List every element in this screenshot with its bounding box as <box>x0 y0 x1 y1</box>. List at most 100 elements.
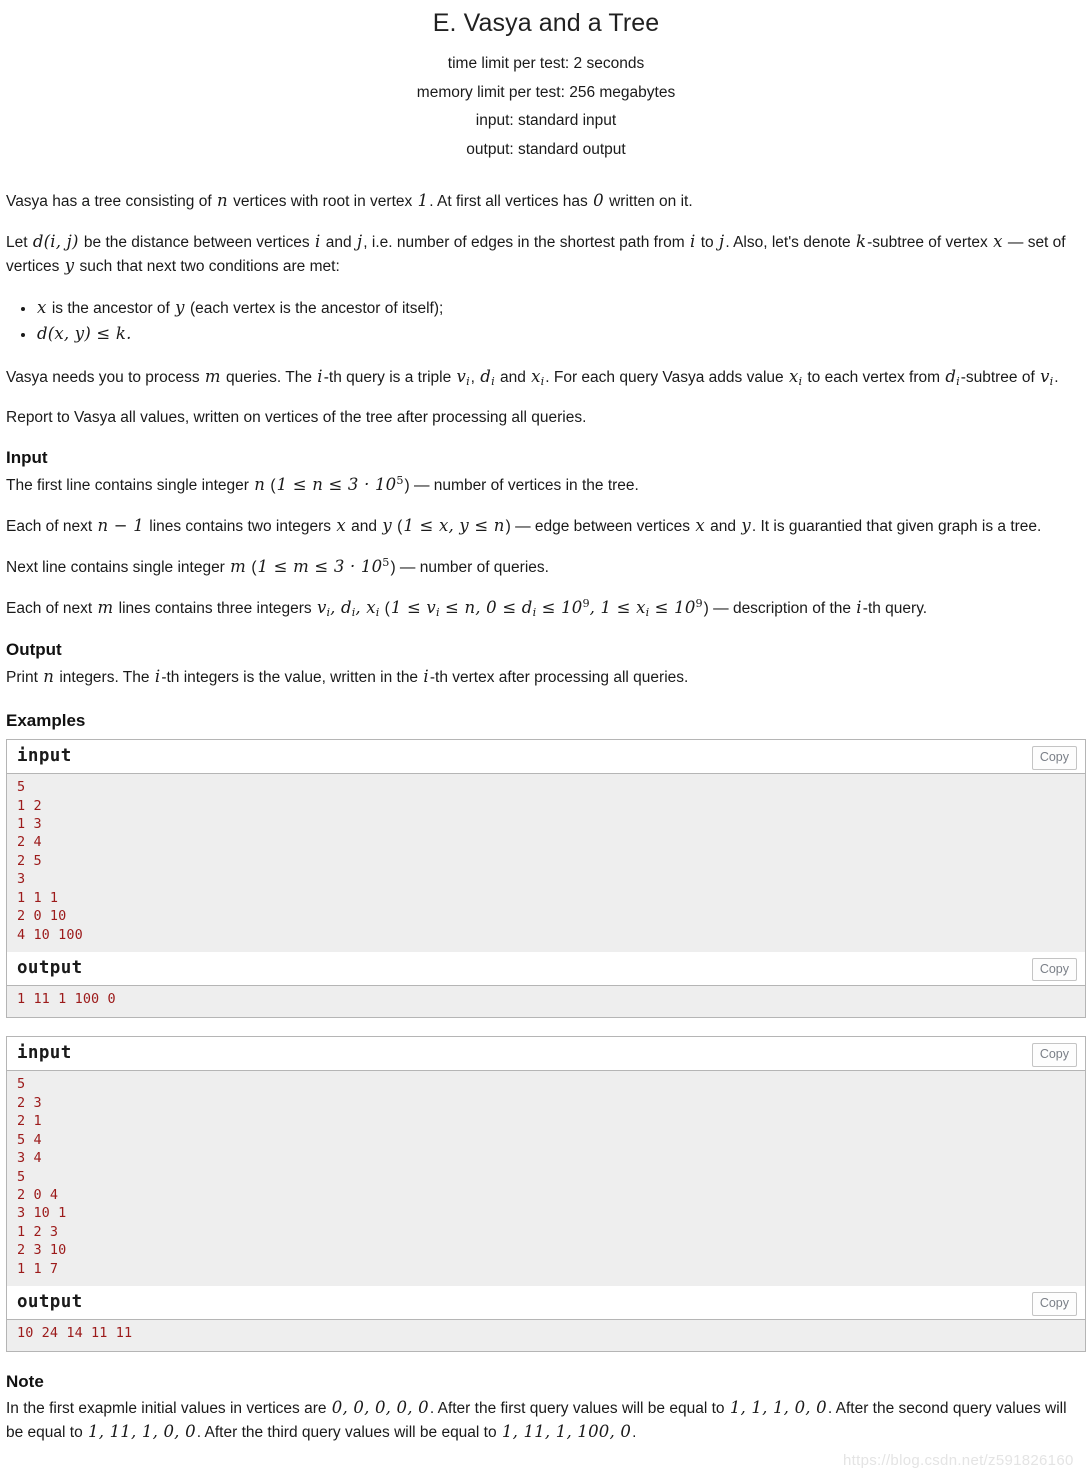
math-n: n <box>254 474 266 494</box>
text-fragment: and <box>321 233 356 251</box>
problem-statement: Vasya has a tree consisting of n vertice… <box>6 189 1086 1444</box>
input-section-heading: Input <box>6 448 48 468</box>
note-body: In the first exapmle initial values in v… <box>6 1396 1086 1444</box>
math-x: x <box>37 297 47 317</box>
math-m: m <box>97 597 114 617</box>
text-fragment: to <box>696 233 718 251</box>
text-fragment: The first line contains single integer <box>6 476 254 494</box>
math-m: m <box>204 367 221 387</box>
sample-tests: input Copy 5 1 2 1 3 2 4 2 5 3 1 1 1 2 0… <box>6 739 1086 1353</box>
math-base: x <box>531 367 541 387</box>
input-line-3: Next line contains single integer m (1 ≤… <box>6 555 1086 579</box>
math-query-range: 1 ≤ vi ≤ n, 0 ≤ di ≤ 109, 1 ≤ xi ≤ 109 <box>390 597 704 619</box>
text-fragment: -subtree of <box>960 369 1040 387</box>
math-i: i <box>317 367 323 387</box>
math-values-after-q1: 1, 1, 1, 0, 0 <box>729 1398 827 1418</box>
text-fragment: . At first all vertices has <box>429 192 593 210</box>
text-fragment: Each of next <box>6 599 97 617</box>
text-fragment: . After the first query values will be e… <box>429 1400 729 1418</box>
watermark: https://blog.csdn.net/z591826160 <box>843 1452 1074 1469</box>
conditions-list: x is the ancestor of y (each vertex is t… <box>6 295 1086 348</box>
math-exponent: 5 <box>382 556 390 569</box>
text-fragment: and <box>495 369 531 387</box>
text-fragment: ( <box>392 517 403 535</box>
note-heading: Note <box>6 1372 44 1392</box>
input-label: input <box>17 746 72 767</box>
copy-output-button[interactable]: Copy <box>1031 957 1077 982</box>
text-fragment: lines contains two integers <box>144 517 336 535</box>
sample-test-2: input Copy 5 2 3 2 1 5 4 3 4 5 2 0 4 3 1… <box>6 1036 1086 1353</box>
math-subscript: i <box>375 605 380 619</box>
statement-paragraph-4: Report to Vasya all values, written on v… <box>6 409 587 427</box>
examples-heading: Examples <box>6 710 86 730</box>
math-query-vars: vi, di, xi <box>316 597 380 619</box>
math-base: ≤ n, 0 ≤ d <box>439 597 533 617</box>
math-sep: , <box>355 597 367 617</box>
math-y: y <box>64 255 75 275</box>
text-fragment: Each of next <box>6 517 97 535</box>
math-zero: 0 <box>593 190 604 210</box>
text-fragment: integers. The <box>55 668 154 686</box>
text-fragment: to each vertex from <box>803 369 945 387</box>
math-subscript: i <box>466 375 470 389</box>
math-base: d <box>340 597 352 617</box>
text-fragment: written on it. <box>604 192 693 210</box>
output-content[interactable]: 10 24 14 11 11 <box>7 1320 1085 1352</box>
math-base: d <box>480 367 492 387</box>
output-line-1: Print n integers. The i-th integers is t… <box>6 665 1086 689</box>
memory-limit: memory limit per test: 256 megabytes <box>416 83 676 101</box>
text-fragment: ) — number of queries. <box>390 558 549 576</box>
math-i-2: i <box>423 666 429 686</box>
output-content[interactable]: 1 11 1 100 0 <box>7 985 1085 1018</box>
text-fragment: Vasya needs you to process <box>6 369 204 387</box>
copy-input-button[interactable]: Copy <box>1031 1043 1077 1067</box>
text-fragment: . <box>1054 369 1059 387</box>
text-fragment: queries. The <box>221 369 317 387</box>
math-values-after-q3: 1, 11, 1, 100, 0 <box>501 1422 632 1442</box>
math-m: m <box>230 556 247 576</box>
math-d-i-2: di <box>944 367 960 389</box>
sample-test-1: input Copy 5 1 2 1 3 2 4 2 5 3 1 1 1 2 0… <box>6 739 1086 1019</box>
math-one: 1 <box>417 190 429 210</box>
text-fragment: lines contains three integers <box>114 599 316 617</box>
input-line-4: Each of next m lines contains three inte… <box>6 596 1086 621</box>
math-xy-range: 1 ≤ x, y ≤ n <box>403 515 505 535</box>
statement-paragraph-1: Vasya has a tree consisting of n vertice… <box>6 189 1086 213</box>
list-item: x is the ancestor of y (each vertex is t… <box>36 295 1086 322</box>
math-i: i <box>856 597 862 617</box>
statement-paragraph-3: Vasya needs you to process m queries. Th… <box>6 365 1086 390</box>
input-title-bar: input Copy <box>7 1037 1085 1072</box>
text-fragment: Vasya has a tree consisting of <box>6 192 216 210</box>
math-subscript: i <box>798 375 803 389</box>
text-fragment: ) — description of the <box>703 599 856 617</box>
math-base: d <box>945 367 957 387</box>
text-fragment: . After the third query values will be e… <box>196 1424 501 1442</box>
math-base: ≤ 10 <box>536 597 583 617</box>
output-title-bar: output Copy <box>7 951 1085 986</box>
input-line-2: Each of next n − 1 lines contains two in… <box>6 514 1086 538</box>
text-fragment: ) — edge between vertices <box>505 517 695 535</box>
copy-output-button[interactable]: Copy <box>1031 1292 1077 1316</box>
math-subscript: i <box>1049 375 1054 389</box>
math-exponent: 5 <box>396 474 404 487</box>
text-fragment: -th integers is the value, written in th… <box>161 668 423 686</box>
math-n-minus-1: n − 1 <box>97 515 144 535</box>
input-content[interactable]: 5 1 2 1 3 2 4 2 5 3 1 1 1 2 0 10 4 10 10… <box>7 774 1085 952</box>
copy-input-button[interactable]: Copy <box>1031 746 1077 770</box>
text-fragment: . It is guarantied that given graph is a… <box>751 517 1042 535</box>
output-spec: output: standard output <box>466 141 626 159</box>
problem-header: E. Vasya and a Tree time limit per test:… <box>6 0 1086 165</box>
input-spec: input: standard input <box>475 112 617 130</box>
math-n: n <box>43 666 55 686</box>
math-d-x-y-le-k: d(x, y) ≤ k. <box>37 324 132 344</box>
math-x-i: xi <box>530 367 545 388</box>
math-base: v <box>1040 367 1050 387</box>
output-label: output <box>17 1292 83 1313</box>
math-values-after-q2: 1, 11, 1, 0, 0 <box>88 1422 196 1442</box>
text-fragment: and <box>705 517 741 535</box>
math-x-i-2: xi <box>788 367 803 389</box>
text-fragment: . For each query Vasya adds value <box>545 369 788 387</box>
math-k: k <box>855 231 867 251</box>
math-subscript: i <box>956 375 960 389</box>
input-content[interactable]: 5 2 3 2 1 5 4 3 4 5 2 0 4 3 10 1 1 2 3 2… <box>7 1071 1085 1287</box>
